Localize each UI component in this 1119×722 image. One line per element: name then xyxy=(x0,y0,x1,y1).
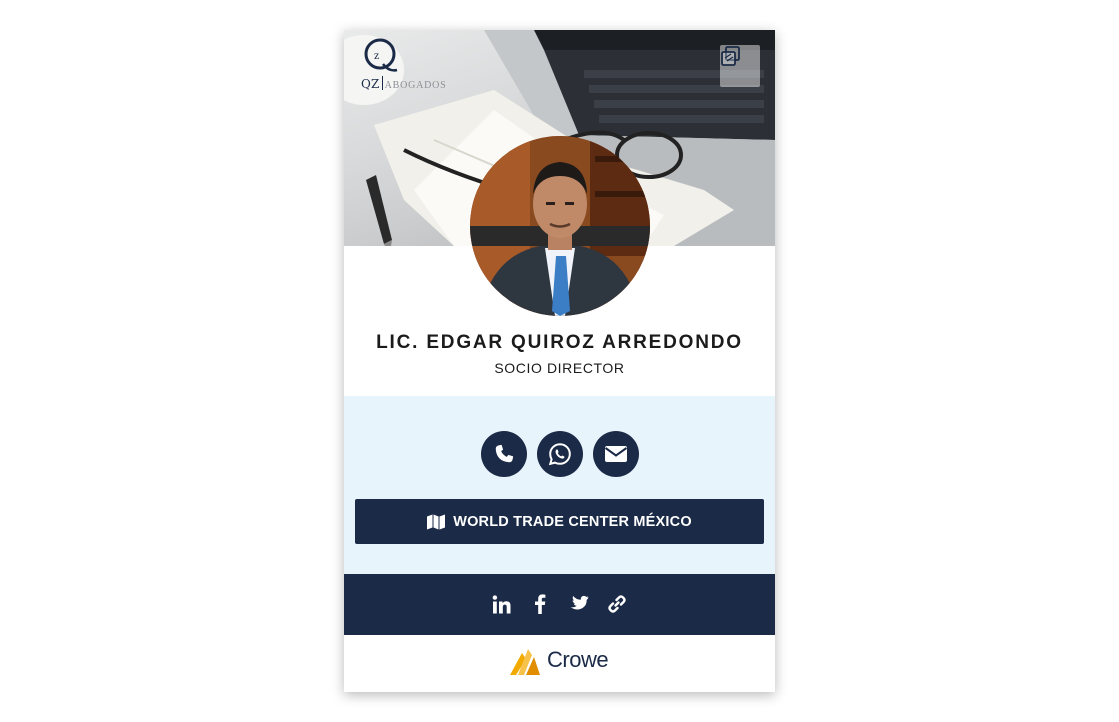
logo-firm-name: ABOGADOS xyxy=(384,80,447,91)
website-link[interactable] xyxy=(606,593,628,615)
map-icon xyxy=(427,514,446,529)
logo-letters: QZ xyxy=(361,77,380,91)
linkedin-link[interactable] xyxy=(490,593,512,615)
location-label: WORLD TRADE CENTER MÉXICO xyxy=(453,513,692,530)
envelope-icon xyxy=(604,446,628,462)
copy-button[interactable] xyxy=(720,45,760,87)
facebook-link[interactable] xyxy=(529,593,551,615)
contact-section: WORLD TRADE CENTER MÉXICO xyxy=(344,396,775,574)
facebook-icon xyxy=(535,594,546,614)
whatsapp-button[interactable] xyxy=(537,431,583,477)
qz-abogados-logo: z QZ ABOGADOS xyxy=(361,36,447,92)
location-button[interactable]: WORLD TRADE CENTER MÉXICO xyxy=(355,499,764,544)
partner-footer: Crowe xyxy=(344,635,775,692)
whatsapp-icon xyxy=(548,443,571,466)
phone-icon xyxy=(495,444,514,463)
business-card: z QZ ABOGADOS LIC. EDGAR QUIROZ ARREDOND… xyxy=(344,30,775,692)
svg-text:z: z xyxy=(374,48,379,62)
person-role: SOCIO DIRECTOR xyxy=(494,360,625,376)
person-name: LIC. EDGAR QUIROZ ARREDONDO xyxy=(376,332,743,353)
link-icon xyxy=(608,595,626,613)
email-button[interactable] xyxy=(593,431,639,477)
linkedin-icon xyxy=(492,594,510,613)
person-portrait-illustration xyxy=(470,136,650,316)
call-button[interactable] xyxy=(481,431,527,477)
partner-name: Crowe xyxy=(547,647,609,672)
crowe-logo-icon xyxy=(510,649,540,675)
profile-photo xyxy=(470,136,650,316)
qz-monogram-icon: z xyxy=(364,38,398,72)
twitter-icon xyxy=(570,595,589,610)
social-links-bar xyxy=(344,574,775,635)
copy-icon xyxy=(721,46,740,66)
twitter-link[interactable] xyxy=(567,593,589,615)
